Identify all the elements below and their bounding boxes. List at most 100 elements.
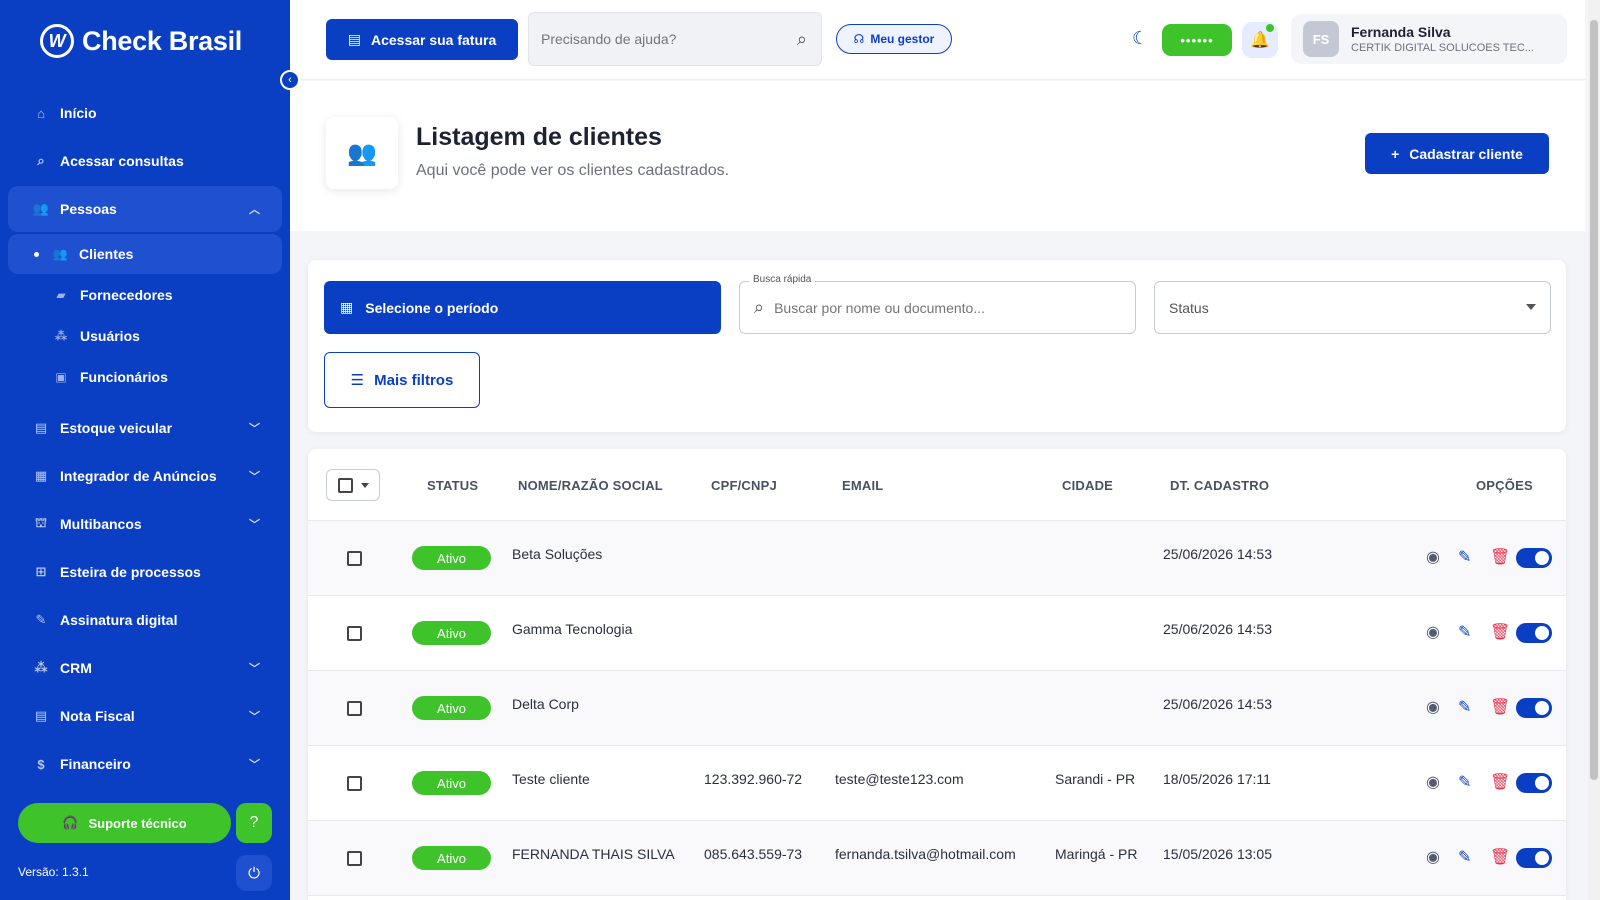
col-date[interactable]: DT. CADASTRO <box>1170 478 1269 493</box>
add-client-button[interactable]: + Cadastrar cliente <box>1365 133 1549 174</box>
col-city[interactable]: CIDADE <box>1062 478 1113 493</box>
scrollbar-thumb[interactable] <box>1590 20 1598 780</box>
delete-icon[interactable]: 🗑 <box>1490 772 1510 792</box>
user-menu[interactable]: FS Fernanda Silva CERTIK DIGITAL SOLUCOE… <box>1291 14 1567 64</box>
status-badge: Ativo <box>412 846 491 870</box>
masked-balance-pill[interactable]: •••••• <box>1162 24 1232 56</box>
avatar: FS <box>1303 21 1339 57</box>
table-row: Ativo Gamma Tecnologia 25/06/2026 14:53 … <box>308 596 1566 671</box>
edit-icon[interactable]: ✎ <box>1458 847 1471 867</box>
sidebar-subitem-fornecedores[interactable]: ▰ Fornecedores <box>8 275 282 315</box>
col-email[interactable]: EMAIL <box>842 478 883 493</box>
view-icon[interactable]: ◉ <box>1426 847 1440 867</box>
my-manager-button[interactable]: ☊ Meu gestor <box>836 24 952 54</box>
sidebar: W Check Brasil ⌂ Início ⌕ Acessar consul… <box>0 0 290 900</box>
row-checkbox[interactable] <box>347 701 362 716</box>
cell-date: 15/05/2026 13:05 <box>1163 846 1272 862</box>
select-all-dropdown[interactable] <box>326 469 380 501</box>
sidebar-item-multibancos[interactable]: ⛫ Multibancos ﹀ <box>8 501 282 547</box>
delete-icon[interactable]: 🗑 <box>1490 547 1510 567</box>
view-icon[interactable]: ◉ <box>1426 772 1440 792</box>
row-checkbox[interactable] <box>347 851 362 866</box>
sidebar-item-anuncios[interactable]: ▦ Integrador de Anúncios ﹀ <box>8 453 282 499</box>
active-dot <box>34 251 39 257</box>
sidebar-subitem-funcionarios[interactable]: ▣ Funcionários <box>8 357 282 397</box>
chevron-up-icon: ︿ <box>249 204 260 216</box>
sidebar-item-estoque[interactable]: ▤ Estoque veicular ﹀ <box>8 405 282 451</box>
col-name[interactable]: NOME/RAZÃO SOCIAL <box>518 478 663 493</box>
edit-icon[interactable]: ✎ <box>1458 772 1471 792</box>
cell-name: Teste cliente <box>512 771 590 787</box>
edit-icon[interactable]: ✎ <box>1458 697 1471 717</box>
view-icon[interactable]: ◉ <box>1426 547 1440 567</box>
active-toggle[interactable] <box>1516 698 1552 718</box>
sidebar-subitem-clientes[interactable]: 👥 Clientes <box>8 234 282 274</box>
chevron-down-icon: ﹀ <box>249 663 260 675</box>
table-row: Ativo Teste cliente 123.392.960-72 teste… <box>308 746 1566 821</box>
cell-email: teste@teste123.com <box>835 771 964 787</box>
crm-icon: ⁂ <box>34 660 48 675</box>
edit-icon[interactable]: ✎ <box>1458 622 1471 642</box>
page-scrollbar[interactable] <box>1588 0 1600 900</box>
row-checkbox[interactable] <box>347 626 362 641</box>
chevron-down-icon: ﹀ <box>249 519 260 531</box>
help-search-input[interactable] <box>541 31 781 47</box>
search-icon[interactable]: ⌕ <box>797 29 807 50</box>
quick-search-label: Busca rápida <box>749 274 816 285</box>
view-icon[interactable]: ◉ <box>1426 697 1440 717</box>
col-doc[interactable]: CPF/CNPJ <box>711 478 777 493</box>
quick-search-input[interactable] <box>774 299 1105 316</box>
access-invoice-button[interactable]: ▤ Acessar sua fatura <box>326 19 518 60</box>
active-toggle[interactable] <box>1516 548 1552 568</box>
sidebar-collapse-button[interactable]: ‹ <box>280 70 300 90</box>
dark-mode-toggle-icon[interactable]: ☾ <box>1132 28 1148 49</box>
sidebar-item-consultas[interactable]: ⌕ Acessar consultas <box>8 138 282 184</box>
headset-icon: ☊ <box>853 32 865 46</box>
support-button[interactable]: 🎧 Suporte técnico <box>18 803 231 843</box>
access-invoice-label: Acessar sua fatura <box>370 31 497 48</box>
period-select-button[interactable]: ▦ Selecione o período <box>324 281 721 334</box>
users-icon: ⁂ <box>54 329 68 343</box>
active-toggle[interactable] <box>1516 848 1552 868</box>
cell-email: fernanda.tsilva@hotmail.com <box>835 846 1016 862</box>
sidebar-item-label: Financeiro <box>60 756 131 772</box>
delete-icon[interactable]: 🗑 <box>1490 847 1510 867</box>
sidebar-item-nota-fiscal[interactable]: ▤ Nota Fiscal ﹀ <box>8 693 282 739</box>
logout-button[interactable]: ⏻ <box>236 855 272 891</box>
period-label: Selecione o período <box>365 299 499 316</box>
row-checkbox[interactable] <box>347 776 362 791</box>
help-button[interactable]: ? <box>236 803 272 843</box>
col-status[interactable]: STATUS <box>427 478 478 493</box>
more-filters-button[interactable]: ☰ Mais filtros <box>324 352 480 408</box>
sidebar-subitem-label: Clientes <box>79 246 134 262</box>
quick-search-field: Busca rápida ⌕ <box>739 274 1136 334</box>
sidebar-item-crm[interactable]: ⁂ CRM ﹀ <box>8 645 282 691</box>
filter-icon: ☰ <box>350 372 365 389</box>
status-select[interactable]: Status <box>1154 281 1551 334</box>
sidebar-item-pessoas[interactable]: 👥 Pessoas ︿ <box>8 186 282 232</box>
caret-down-icon <box>361 482 369 488</box>
signature-icon: ✎ <box>35 612 47 627</box>
delete-icon[interactable]: 🗑 <box>1490 622 1510 642</box>
select-all-checkbox[interactable] <box>338 477 353 493</box>
delete-icon[interactable]: 🗑 <box>1490 697 1510 717</box>
sidebar-subitem-usuarios[interactable]: ⁂ Usuários <box>8 316 282 356</box>
bank-icon: ⛫ <box>35 515 47 530</box>
active-toggle[interactable] <box>1516 623 1552 643</box>
view-icon[interactable]: ◉ <box>1426 622 1440 642</box>
brand-logo[interactable]: W Check Brasil <box>40 24 242 58</box>
sidebar-item-esteira[interactable]: ⊞ Esteira de processos <box>8 549 282 595</box>
sidebar-subitem-label: Funcionários <box>80 369 168 385</box>
sidebar-item-label: Pessoas <box>60 201 117 217</box>
row-checkbox[interactable] <box>347 551 362 566</box>
edit-icon[interactable]: ✎ <box>1458 547 1471 567</box>
sidebar-item-inicio[interactable]: ⌂ Início <box>8 90 282 136</box>
cell-name: Beta Soluções <box>512 546 603 562</box>
sidebar-item-assinatura[interactable]: ✎ Assinatura digital <box>8 597 282 643</box>
sidebar-item-label: Estoque veicular <box>60 420 173 436</box>
sidebar-subitem-label: Usuários <box>80 328 140 344</box>
cell-date: 25/06/2026 14:53 <box>1163 696 1272 712</box>
active-toggle[interactable] <box>1516 773 1552 793</box>
sidebar-item-financeiro[interactable]: $ Financeiro ﹀ <box>8 741 282 787</box>
notifications-button[interactable]: 🔔 <box>1242 22 1278 58</box>
